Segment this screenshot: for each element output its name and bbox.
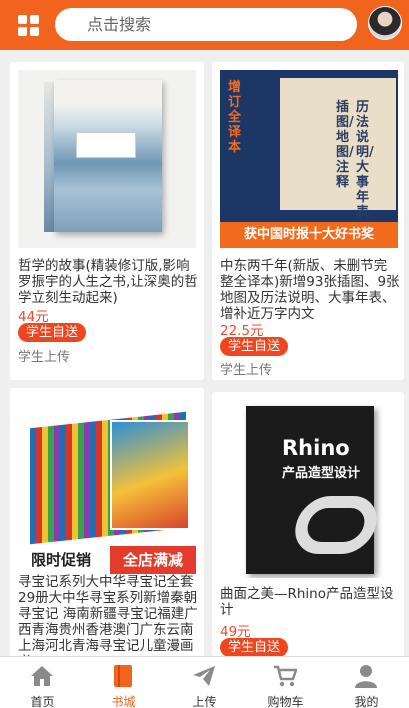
cover-subtitle: 产品造型设计 <box>282 466 361 481</box>
tab-home[interactable]: 首页 <box>2 657 83 708</box>
avatar[interactable] <box>368 6 402 40</box>
product-card[interactable]: 哲学的故事(精装修订版,影响罗振宇的人生之书,让深奥的哲学立刻生动起来) 44元… <box>10 62 204 380</box>
promo-banner-right: 全店满减 <box>110 546 196 574</box>
tab-bookstore[interactable]: 书城 <box>83 657 164 708</box>
product-title[interactable]: 哲学的故事(精装修订版,影响罗振宇的人生之书,让深奥的哲学立刻生动起来) <box>18 258 200 306</box>
bottom-tab-bar: 首页 书城 上传 购物车 我的 <box>0 656 409 708</box>
top-bar <box>0 0 409 50</box>
tab-cart[interactable]: 购物车 <box>245 657 326 708</box>
search-input[interactable] <box>55 8 357 41</box>
tab-upload[interactable]: 上传 <box>164 657 245 708</box>
product-title[interactable]: 曲面之美—Rhino产品造型设计 <box>220 586 400 618</box>
cover-award-banner: 获中国时报十大好书奖 <box>220 222 398 248</box>
product-title[interactable]: 寻宝记系列大中华寻宝记全套29册大中华寻宝系列新增秦朝寻宝记 海南新疆寻宝记福建… <box>18 574 200 658</box>
tab-label: 书城 <box>111 695 136 708</box>
product-card[interactable]: 限时促销 全店满减 寻宝记系列大中华寻宝记全套29册大中华寻宝系列新增秦朝寻宝记… <box>10 388 204 658</box>
book-cover-image[interactable]: Rhino 产品造型设计 <box>220 400 398 578</box>
tab-label: 我的 <box>354 695 379 708</box>
send-icon <box>193 666 215 686</box>
person-icon <box>355 665 377 688</box>
product-price: 49元 <box>220 624 251 640</box>
product-card[interactable]: 增订全译本 插图/地图/注释 历法说明/大事年表 获中国时报十大好书奖 中东两千… <box>212 62 404 380</box>
promo-banner-left: 限时促销 <box>30 551 91 569</box>
book-cover-image[interactable]: 增订全译本 插图/地图/注释 历法说明/大事年表 获中国时报十大好书奖 <box>220 70 398 248</box>
tab-profile[interactable]: 我的 <box>326 657 407 708</box>
cover-side-text: 增订全译本 <box>228 80 242 155</box>
product-title[interactable]: 中东两千年(新版、未删节完整全译本)新增93张插图、9张地图及历法说明、大事年表… <box>220 258 400 322</box>
cover-vertical-text: 历法说明/大事年表 <box>356 100 374 220</box>
product-price: 44元 <box>18 309 49 325</box>
cover-title: Rhino <box>282 436 350 460</box>
product-card[interactable]: Rhino 产品造型设计 曲面之美—Rhino产品造型设计 49元 学生自送 <box>212 392 404 658</box>
tab-label: 上传 <box>192 695 217 708</box>
book-cover-image[interactable] <box>18 70 196 248</box>
home-icon <box>31 666 53 686</box>
uploader-label: 学生上传 <box>220 363 273 378</box>
uploader-label: 学生上传 <box>18 350 71 365</box>
cover-vertical-text: 插图/地图/注释 <box>336 100 354 190</box>
cart-icon <box>274 665 297 687</box>
book-icon <box>114 665 132 687</box>
tab-label: 购物车 <box>267 695 304 708</box>
grid-menu-icon[interactable] <box>18 15 40 37</box>
product-price: 22.5元 <box>220 323 264 339</box>
book-cover-image[interactable]: 限时促销 全店满减 <box>18 396 196 574</box>
status-badge: 学生自送 <box>220 638 288 657</box>
tab-label: 首页 <box>30 695 55 708</box>
status-badge: 学生自送 <box>220 337 288 356</box>
status-badge: 学生自送 <box>18 323 86 342</box>
